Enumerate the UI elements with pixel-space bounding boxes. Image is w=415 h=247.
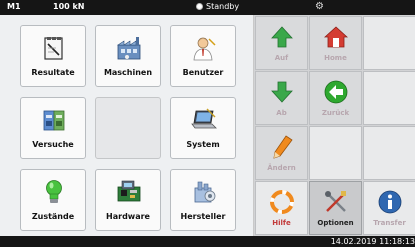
empty-control-slot (363, 16, 415, 70)
tile-hersteller[interactable]: Hersteller (170, 169, 236, 231)
tile-versuche[interactable]: Versuche (20, 97, 86, 159)
up-label: Auf (274, 54, 289, 62)
machine-name: M1 (7, 2, 21, 11)
machine-state: Standby (196, 2, 239, 11)
transfer-label: Transfer (373, 219, 406, 227)
help-label: Hilfe (272, 219, 291, 227)
arrow-up-icon (271, 26, 293, 48)
tile-hardware[interactable]: Hardware (95, 169, 161, 231)
tile-empty (95, 97, 161, 159)
back-arrow-icon (324, 80, 348, 104)
empty-control-slot (363, 126, 415, 180)
down-button[interactable]: Ab (255, 71, 308, 125)
bottom-status-bar: 14.02.2019 11:18:13 (0, 236, 415, 247)
pencil-icon (273, 135, 293, 159)
user-icon (193, 37, 216, 61)
tile-label: Zustände (31, 212, 75, 221)
tile-label: Maschinen (103, 68, 153, 77)
gear-icon[interactable]: ⚙ (315, 1, 324, 13)
datetime-display: 14.02.2019 11:18:13 (330, 237, 415, 246)
tile-benutzer[interactable]: Benutzer (170, 25, 236, 87)
machine-state-label: Standby (206, 2, 240, 11)
main-menu-panel: Resultate Maschinen Benutzer Versuche Sy… (0, 15, 254, 236)
tile-label: Versuche (32, 140, 74, 149)
edit-label: Ändern (267, 164, 296, 172)
tile-label: Hardware (106, 212, 150, 221)
up-button[interactable]: Auf (255, 16, 308, 70)
tile-label: Hersteller (180, 212, 226, 221)
force-rating: 100 kN (53, 2, 85, 11)
tile-system[interactable]: System (170, 97, 236, 159)
lightbulb-icon (46, 180, 62, 203)
control-panel: Auf Home Ab Zurück Ändern Hilfe Optionen… (254, 15, 415, 236)
options-label: Optionen (317, 219, 354, 227)
status-bar: M1 100 kN Standby ⚙ (0, 0, 415, 15)
home-icon (324, 26, 348, 48)
transfer-button[interactable]: Transfer (363, 181, 415, 235)
options-button[interactable]: Optionen (309, 181, 362, 235)
binder-icon (43, 110, 65, 131)
circuit-board-icon (117, 180, 141, 202)
tile-label: Benutzer (182, 68, 224, 77)
tile-maschinen[interactable]: Maschinen (95, 25, 161, 87)
empty-control-slot (309, 126, 362, 180)
laptop-icon (191, 108, 217, 129)
home-label: Home (324, 54, 347, 62)
factory-icon (117, 37, 141, 60)
manufacturer-icon (194, 181, 216, 203)
tile-label: Resultate (31, 68, 75, 77)
lifebuoy-icon (270, 190, 294, 214)
back-button[interactable]: Zurück (309, 71, 362, 125)
down-label: Ab (276, 109, 287, 117)
tools-icon (325, 191, 346, 212)
edit-button[interactable]: Ändern (255, 126, 308, 180)
back-label: Zurück (321, 109, 350, 117)
info-icon (378, 190, 402, 214)
help-button[interactable]: Hilfe (255, 181, 308, 235)
notepad-icon (44, 37, 63, 60)
home-button[interactable]: Home (309, 16, 362, 70)
arrow-down-icon (271, 81, 293, 103)
tile-resultate[interactable]: Resultate (20, 25, 86, 87)
tile-zustaende[interactable]: Zustände (20, 169, 86, 231)
state-indicator-icon (196, 3, 203, 10)
tile-label: System (186, 140, 220, 149)
empty-control-slot (363, 71, 415, 125)
